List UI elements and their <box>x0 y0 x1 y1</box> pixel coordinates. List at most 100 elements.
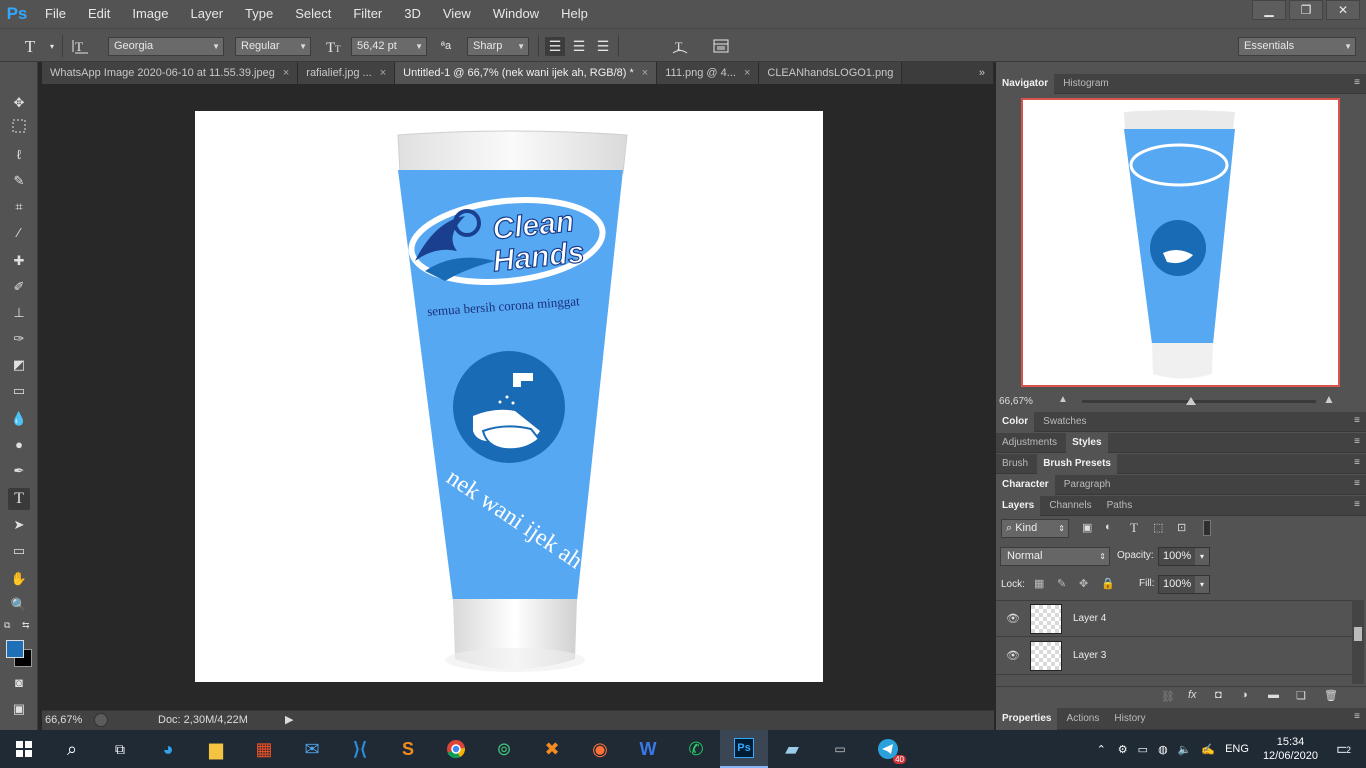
file-explorer-icon[interactable]: ▆ <box>192 730 240 768</box>
wps-office-icon[interactable]: W <box>624 730 672 768</box>
network-activity-icon[interactable]: ⚙ <box>1118 743 1128 756</box>
clock[interactable]: 15:34 12/06/2020 <box>1263 735 1318 763</box>
zoom-slider-thumb[interactable] <box>1186 397 1196 405</box>
wifi-icon[interactable]: ◍ <box>1158 743 1168 756</box>
font-family-select[interactable]: Georgia ▼ <box>108 37 224 56</box>
adjustment-layer-icon[interactable]: ◑ <box>1241 689 1248 701</box>
preset-dropdown-arrow-icon[interactable]: ▾ <box>42 37 62 56</box>
blur-tool-icon[interactable]: 💧 <box>8 408 30 430</box>
link-layers-icon[interactable]: ⛓ <box>1161 690 1175 703</box>
screen-mode-icon[interactable]: ▣ <box>8 698 30 720</box>
rectangle-tool-icon[interactable]: ▭ <box>8 540 30 562</box>
layer-name[interactable]: Layer 3 <box>1073 650 1106 661</box>
minimize-button[interactable]: ▁ <box>1252 0 1286 20</box>
battery-icon[interactable]: ▭ <box>1138 743 1148 756</box>
type-tool-icon[interactable]: T <box>8 488 30 510</box>
lock-image-icon[interactable]: ✎ <box>1057 577 1066 590</box>
menu-select[interactable]: Select <box>284 0 342 28</box>
antialias-select[interactable]: Sharp ▼ <box>467 37 529 56</box>
filter-pixel-icon[interactable]: ▣ <box>1082 521 1092 534</box>
new-group-icon[interactable]: ▬ <box>1268 689 1279 701</box>
warp-text-icon[interactable]: T <box>670 37 690 56</box>
close-button[interactable]: ✕ <box>1326 0 1360 20</box>
lock-transparent-icon[interactable]: ▦ <box>1034 577 1044 590</box>
visibility-eye-icon[interactable]: 👁 <box>1006 612 1020 625</box>
tab-properties[interactable]: Properties <box>996 708 1058 730</box>
opacity-input[interactable]: 100% ▾ <box>1158 547 1210 566</box>
sublime-text-icon[interactable]: S <box>384 730 432 768</box>
language-indicator[interactable]: ENG <box>1225 743 1249 755</box>
microsoft-store-icon[interactable]: ▦ <box>240 730 288 768</box>
layer-row[interactable]: 👁 Layer 3 <box>996 638 1352 675</box>
swap-colors-icon[interactable]: ⇆ <box>22 620 30 631</box>
tab-111-png[interactable]: 111.png @ 4... × <box>657 62 760 84</box>
lock-all-icon[interactable]: 🔒 <box>1101 577 1115 590</box>
menu-image[interactable]: Image <box>121 0 179 28</box>
input-method-icon[interactable]: ✍ <box>1201 743 1215 756</box>
menu-filter[interactable]: Filter <box>342 0 393 28</box>
filter-type-icon[interactable]: T <box>1130 520 1138 536</box>
tab-overflow-icon[interactable]: » <box>970 62 994 84</box>
character-panel-icon[interactable] <box>711 37 731 56</box>
telegram-icon[interactable]: 40 <box>864 730 912 768</box>
foreground-color-swatch[interactable] <box>6 640 24 658</box>
tab-paragraph[interactable]: Paragraph <box>1058 475 1117 495</box>
menu-help[interactable]: Help <box>550 0 599 28</box>
tab-styles[interactable]: Styles <box>1066 433 1108 453</box>
filter-shape-icon[interactable]: ⬚ <box>1153 521 1163 534</box>
quick-selection-tool-icon[interactable]: ✎ <box>8 170 30 192</box>
notifications-icon[interactable]: ▭ 2 <box>1336 739 1366 759</box>
crop-tool-icon[interactable]: ⌗ <box>8 196 30 218</box>
whatsapp-icon[interactable]: ✆ <box>672 730 720 768</box>
tab-adjustments[interactable]: Adjustments <box>996 433 1063 453</box>
add-mask-icon[interactable]: ◘ <box>1215 689 1222 701</box>
tab-brush[interactable]: Brush <box>996 454 1034 474</box>
volume-icon[interactable]: 🔈 <box>1178 743 1192 756</box>
toggle-orientation-icon[interactable]: T <box>71 37 91 56</box>
tab-paths[interactable]: Paths <box>1101 496 1139 516</box>
clone-stamp-tool-icon[interactable]: ⊥ <box>8 302 30 324</box>
restore-button[interactable]: ❐ <box>1289 0 1323 20</box>
blend-mode-select[interactable]: Normal ⇕ <box>1000 547 1110 566</box>
edge-browser-icon[interactable]: ◕ <box>144 730 192 768</box>
maps-pin-icon[interactable]: ⊚ <box>480 730 528 768</box>
menu-3d[interactable]: 3D <box>393 0 432 28</box>
hand-tool-icon[interactable]: ✋ <box>8 568 30 590</box>
tab-history[interactable]: History <box>1108 708 1151 730</box>
default-colors-icon[interactable]: ⧉ <box>4 620 10 631</box>
quick-mask-icon[interactable]: ◙ <box>8 672 30 694</box>
pen-tool-icon[interactable]: ✒ <box>8 460 30 482</box>
vscode-icon[interactable]: ⟩⟨ <box>336 730 384 768</box>
font-style-select[interactable]: Regular ▼ <box>235 37 311 56</box>
close-tab-icon[interactable]: × <box>283 67 289 79</box>
align-right-icon[interactable]: ☰ <box>593 37 613 56</box>
xampp-icon[interactable]: ✖ <box>528 730 576 768</box>
close-tab-icon[interactable]: × <box>642 67 648 79</box>
navigator-preview[interactable] <box>1021 98 1340 387</box>
close-tab-icon[interactable]: × <box>380 67 386 79</box>
menu-layer[interactable]: Layer <box>180 0 235 28</box>
panel-menu-icon[interactable]: ≡ <box>1354 499 1360 510</box>
notes-app-icon[interactable]: ▰ <box>768 730 816 768</box>
eyedropper-tool-icon[interactable]: ⁄ <box>8 222 30 244</box>
tab-histogram[interactable]: Histogram <box>1057 74 1115 94</box>
delete-layer-icon[interactable]: 🗑 <box>1324 689 1338 702</box>
zoom-tool-icon[interactable]: 🔍 <box>8 594 30 616</box>
panel-menu-icon[interactable]: ≡ <box>1354 436 1360 447</box>
lasso-tool-icon[interactable]: ℓ <box>8 144 30 166</box>
tab-untitled-1[interactable]: Untitled-1 @ 66,7% (nek wani ijek ah, RG… <box>395 62 658 84</box>
zoom-in-icon[interactable]: ▲ <box>1323 392 1335 406</box>
menu-view[interactable]: View <box>432 0 482 28</box>
search-icon[interactable]: ⌕ <box>48 730 96 768</box>
visibility-eye-icon[interactable]: 👁 <box>1006 649 1020 662</box>
navigator-zoom-slider[interactable] <box>1082 400 1316 403</box>
panel-menu-icon[interactable]: ≡ <box>1354 457 1360 468</box>
firefox-icon[interactable]: ◉ <box>576 730 624 768</box>
brush-tool-icon[interactable]: ✐ <box>8 276 30 298</box>
layer-row[interactable]: 👁 Layer 4 <box>996 600 1352 637</box>
workspace-select[interactable]: Essentials ▼ <box>1238 37 1356 56</box>
gradient-tool-icon[interactable]: ▭ <box>8 380 30 402</box>
status-menu-arrow-icon[interactable]: ▶ <box>285 713 293 726</box>
menu-type[interactable]: Type <box>234 0 284 28</box>
eraser-tool-icon[interactable]: ◩ <box>8 354 30 376</box>
